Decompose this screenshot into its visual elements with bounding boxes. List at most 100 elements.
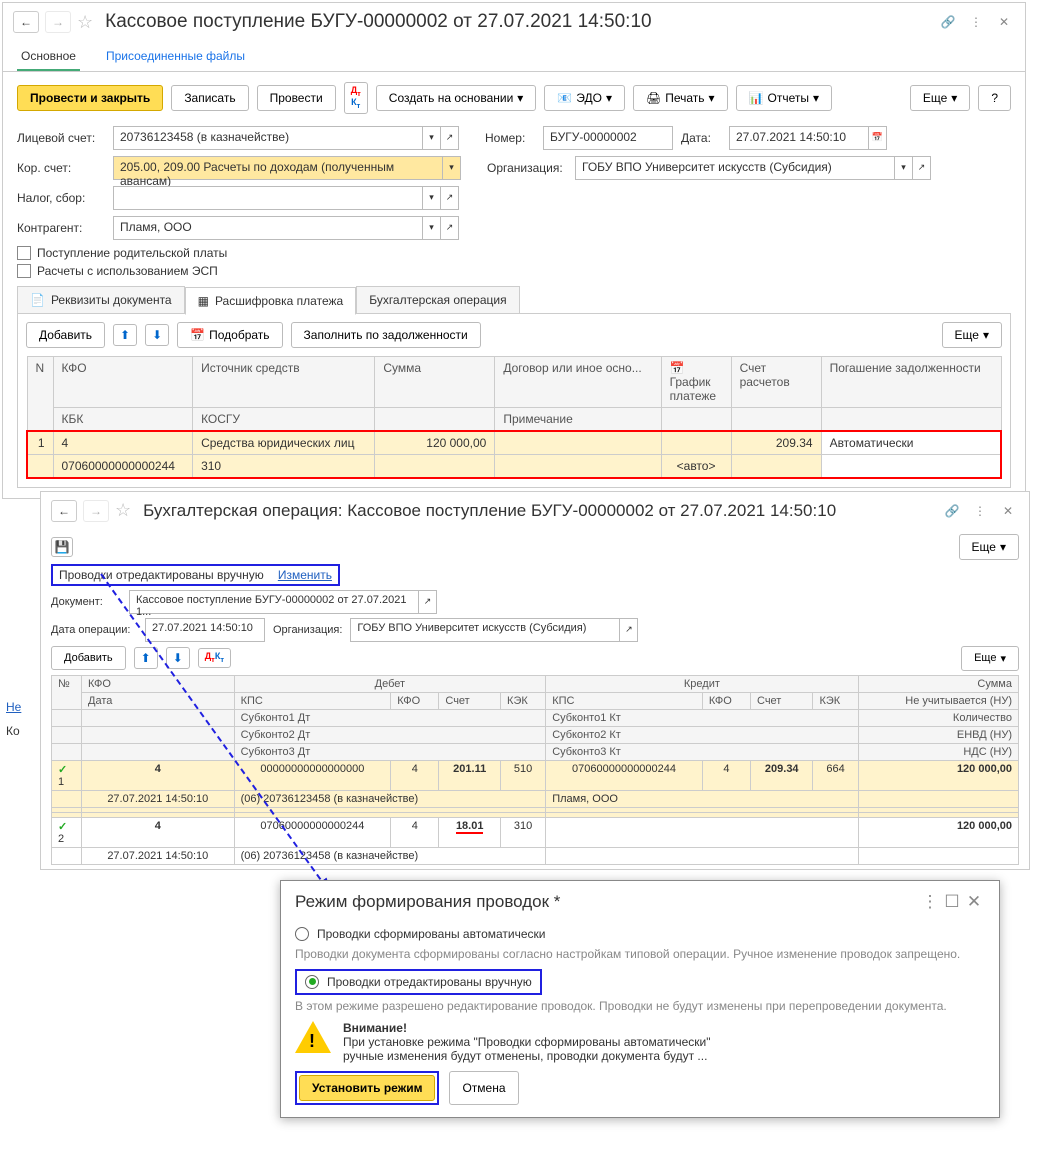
pick-button[interactable]: 📅 Подобрать	[177, 322, 282, 348]
hint-auto: Проводки документа сформированы согласно…	[295, 947, 985, 961]
contractor-dropdown-icon[interactable]: ▾	[423, 216, 441, 240]
window-cash-receipt: ← → ☆ Кассовое поступление БУГУ-00000002…	[2, 2, 1026, 499]
tab-main[interactable]: Основное	[17, 41, 80, 71]
table-row[interactable]: 27.07.2021 14:50:10 (06) 20736123458 (в …	[52, 847, 1019, 864]
op-date-input[interactable]: 27.07.2021 14:50:10	[145, 618, 265, 642]
more-button-2[interactable]: Еще ▾	[959, 534, 1019, 560]
save-button[interactable]: Записать	[171, 85, 248, 111]
close-icon-2[interactable]: ✕	[997, 500, 1019, 522]
warning-icon	[295, 1021, 331, 1053]
more-button-1[interactable]: Еще ▾	[910, 85, 970, 111]
reports-button[interactable]: 📊 Отчеты ▾	[736, 85, 832, 111]
calendar-icon[interactable]: 📅	[869, 126, 887, 150]
contractor-open-icon[interactable]: ↗	[441, 216, 459, 240]
radio-auto[interactable]	[295, 927, 309, 941]
favorite-icon-2[interactable]: ☆	[115, 500, 131, 521]
link-icon[interactable]: 🔗	[937, 11, 959, 33]
ehdr-kek-c: КЭК	[813, 692, 858, 709]
nav-back-button[interactable]: ←	[13, 11, 39, 33]
parent-payment-checkbox[interactable]	[17, 246, 31, 260]
org-input[interactable]: ГОБУ ВПО Университет искусств (Субсидия)	[575, 156, 895, 180]
tax-input[interactable]	[113, 186, 423, 210]
date-label: Дата:	[681, 131, 721, 145]
edit-link[interactable]: Изменить	[278, 568, 332, 582]
ehdr-sum: Сумма	[858, 675, 1018, 692]
cancel-button[interactable]: Отмена	[449, 1071, 518, 1105]
entries-more-button[interactable]: Еще ▾	[961, 646, 1019, 671]
post-and-close-button[interactable]: Провести и закрыть	[17, 85, 163, 111]
ehdr-n: №	[52, 675, 82, 709]
tab-attached-files[interactable]: Присоединенные файлы	[102, 41, 249, 71]
radio-manual[interactable]	[305, 975, 319, 989]
close-icon[interactable]: ✕	[993, 11, 1015, 33]
table-row[interactable]: 1 4 Средства юридических лиц 120 000,00 …	[27, 431, 1001, 455]
more-icon[interactable]: ⋮	[965, 11, 987, 33]
number-input[interactable]: БУГУ-00000002	[543, 126, 673, 150]
tax-dropdown-icon[interactable]: ▾	[423, 186, 441, 210]
esp-checkbox[interactable]	[17, 264, 31, 278]
post-button[interactable]: Провести	[257, 85, 336, 111]
tab-split[interactable]: ▦ Расшифровка платежа	[185, 287, 357, 315]
account-input[interactable]: 20736123458 (в казначействе)	[113, 126, 423, 150]
ehdr-nu: Не учитывается (НУ)	[858, 692, 1018, 709]
org-dropdown-icon[interactable]: ▾	[895, 156, 913, 180]
opt-manual-label: Проводки отредактированы вручную	[327, 975, 532, 989]
nav-forward-button-2[interactable]: →	[83, 500, 109, 522]
move-down-button[interactable]: ⬇	[145, 324, 169, 346]
ehdr-nds: НДС (НУ)	[858, 743, 1018, 760]
dtkt-button[interactable]: ДтКт	[344, 82, 368, 114]
save-icon-button[interactable]: 💾	[51, 537, 73, 557]
create-based-button[interactable]: Создать на основании ▾	[376, 85, 537, 111]
entries-dtkt-button[interactable]: ДтКт	[198, 648, 231, 668]
footer-link-1[interactable]: Не	[6, 700, 21, 714]
manual-edit-indicator: Проводки отредактированы вручную Изменит…	[51, 564, 340, 586]
modal-title-text: Режим формирования проводок *	[295, 892, 919, 912]
chevron-down-icon: ▾	[517, 91, 523, 105]
entries-table[interactable]: № КФО Дебет Кредит Сумма Дата КПС КФО Сч…	[51, 675, 1019, 865]
window-accounting-op: ← → ☆ Бухгалтерская операция: Кассовое п…	[40, 491, 1030, 870]
more-icon-2[interactable]: ⋮	[969, 500, 991, 522]
footer-text: Ко	[6, 724, 21, 738]
entries-down-button[interactable]: ⬇	[166, 647, 190, 669]
print-button[interactable]: 🖨 Печать ▾	[633, 85, 728, 111]
ehdr-qty: Количество	[858, 709, 1018, 726]
ehdr-sub3d: Субконто3 Дт	[234, 743, 546, 760]
entries-up-button[interactable]: ⬆	[134, 647, 158, 669]
ehdr-kfo-c: КФО	[702, 692, 750, 709]
link-icon-2[interactable]: 🔗	[941, 500, 963, 522]
nav-forward-button[interactable]: →	[45, 11, 71, 33]
move-up-button[interactable]: ⬆	[113, 324, 137, 346]
modal-close-icon[interactable]: ✕	[963, 891, 985, 913]
account-open-icon[interactable]: ↗	[441, 126, 459, 150]
table-row[interactable]: 07060000000000244 310 <авто>	[27, 454, 1001, 478]
help-button[interactable]: ?	[978, 85, 1011, 111]
doc-open-icon[interactable]: ↗	[419, 590, 437, 614]
tab-requisites[interactable]: 📄 Реквизиты документа	[17, 286, 185, 314]
table-row[interactable]: 27.07.2021 14:50:10 (06) 20736123458 (в …	[52, 790, 1019, 807]
table-row[interactable]: ✓ 1 4 00000000000000000 4 201.11 510 070…	[52, 760, 1019, 790]
favorite-icon[interactable]: ☆	[77, 12, 93, 33]
set-mode-button[interactable]: Установить режим	[299, 1075, 435, 1101]
cor-account-input[interactable]: 205.00, 209.00 Расчеты по доходам (получ…	[113, 156, 443, 180]
doc-input[interactable]: Кассовое поступление БУГУ-00000002 от 27…	[129, 590, 419, 614]
split-table[interactable]: N КФО Источник средств Сумма Договор или…	[26, 356, 1002, 479]
number-label: Номер:	[485, 131, 535, 145]
table-row[interactable]: ✓ 2 4 07060000000000244 4 18.01 310 120 …	[52, 817, 1019, 847]
nav-back-button-2[interactable]: ←	[51, 500, 77, 522]
modal-max-icon[interactable]: ☐	[941, 891, 963, 913]
tax-open-icon[interactable]: ↗	[441, 186, 459, 210]
split-more-button[interactable]: Еще ▾	[942, 322, 1002, 348]
modal-more-icon[interactable]: ⋮	[919, 891, 941, 913]
org-open-icon-2[interactable]: ↗	[620, 618, 638, 642]
cor-dropdown-icon[interactable]: ▾	[443, 156, 461, 180]
entries-add-button[interactable]: Добавить	[51, 646, 126, 670]
date-input[interactable]: 27.07.2021 14:50:10	[729, 126, 869, 150]
split-add-button[interactable]: Добавить	[26, 322, 105, 348]
org-open-icon[interactable]: ↗	[913, 156, 931, 180]
org-input-2[interactable]: ГОБУ ВПО Университет искусств (Субсидия)	[350, 618, 620, 642]
account-dropdown-icon[interactable]: ▾	[423, 126, 441, 150]
contractor-input[interactable]: Пламя, ООО	[113, 216, 423, 240]
edo-button[interactable]: 📧 ЭДО ▾	[544, 85, 625, 111]
fill-debt-button[interactable]: Заполнить по задолженности	[291, 322, 481, 348]
tab-accounting-op[interactable]: Бухгалтерская операция	[356, 286, 519, 314]
